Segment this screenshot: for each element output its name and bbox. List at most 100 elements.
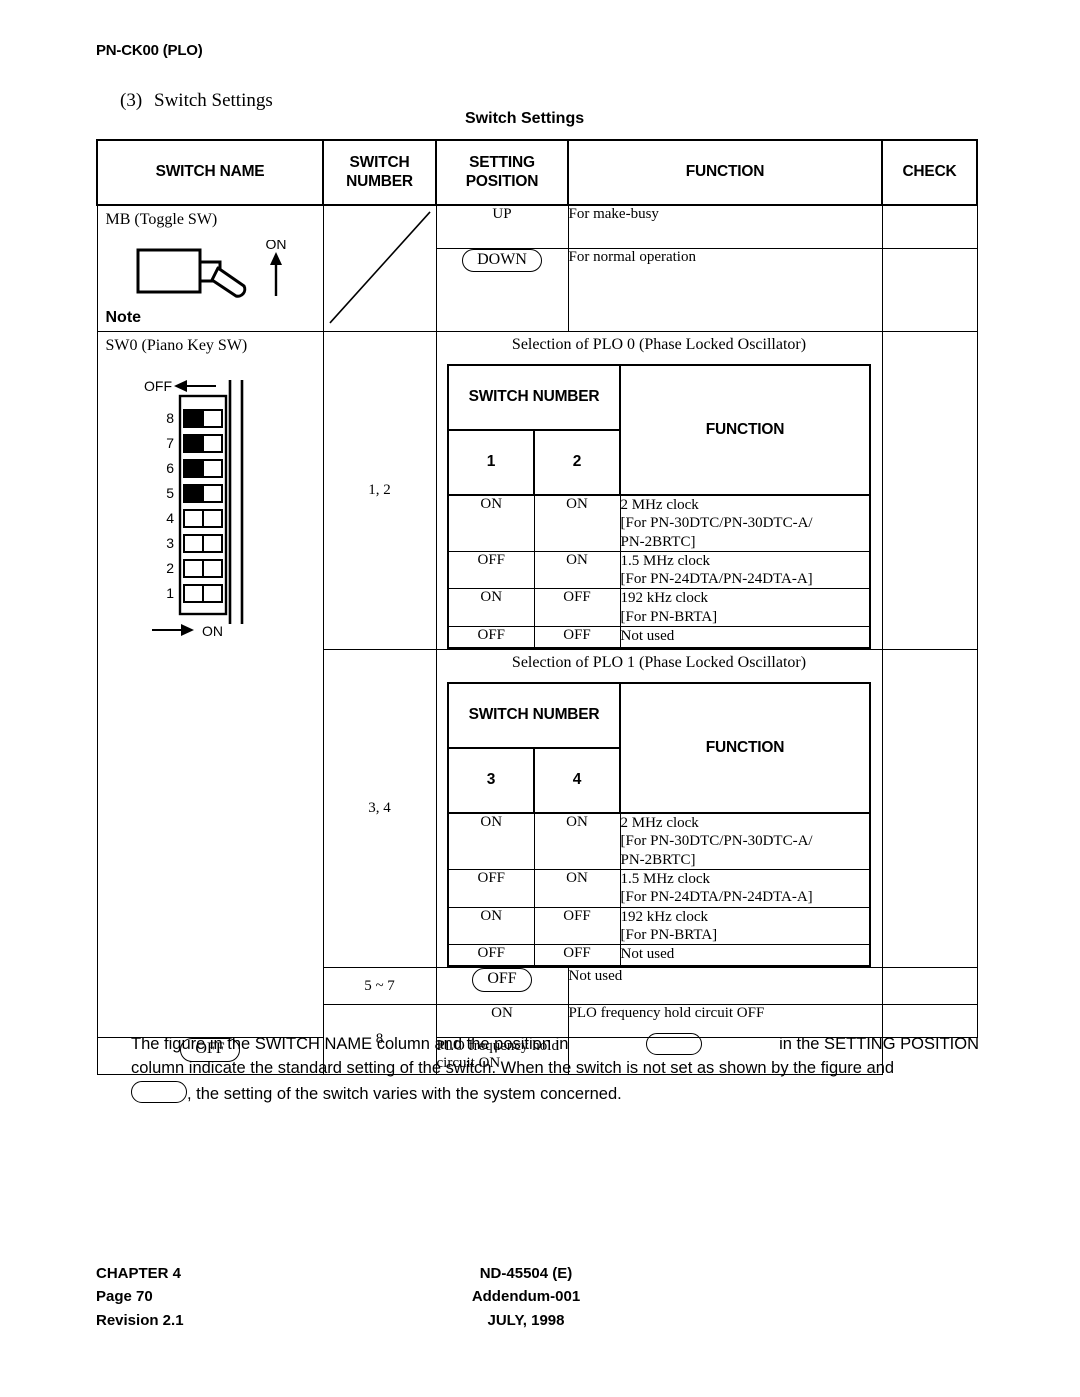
plo0-r2-function: 192 kHz clock [For PN-BRTA] (619, 588, 871, 628)
sw0-5-7-switch-numbers: 5 ~ 7 (322, 967, 437, 1006)
plo0-col-2: 2 (533, 429, 621, 496)
footnote-line-1: The figure in the SWITCH NAME column and… (131, 1032, 979, 1056)
plo1-r0-function: 2 MHz clock [For PN-30DTC/PN-30DTC-A/ PN… (619, 812, 871, 870)
sw0-5-7-function: Not used (567, 967, 883, 1006)
mb-setting-position-down: DOWN (435, 248, 569, 332)
footer-doc-number: ND-45504 (E) (479, 1265, 573, 1282)
footer-row-3: Revision 2.1 JULY, 1998 (96, 1309, 656, 1332)
dip-switch-figure: OFF 8 7 6 5 4 3 2 1 ON (140, 374, 280, 647)
plo0-header-switch-number: SWITCH NUMBER (447, 364, 621, 431)
plo1-r3-function: Not used (619, 944, 871, 967)
standard-setting-oval-blank (645, 1033, 702, 1056)
plo1-header-function: FUNCTION (619, 682, 871, 815)
plo1-data-row: ON ON 2 MHz clock [For PN-30DTC/PN-30DTC… (447, 812, 871, 870)
plo0-data-row: ON ON 2 MHz clock [For PN-30DTC/PN-30DTC… (447, 494, 871, 552)
plo0-r3-sw2: OFF (533, 626, 621, 649)
footnote-line-1-text-a: The figure in the SWITCH NAME column and… (131, 1035, 569, 1053)
page-header-title: PN-CK00 (PLO) (96, 42, 203, 59)
plo1-header-switch-number: SWITCH NUMBER (447, 682, 621, 750)
plo1-r3-sw2: OFF (533, 944, 621, 967)
plo1-r1-sw1: OFF (447, 868, 535, 908)
section-number: (3) (120, 90, 143, 111)
mb-check-down[interactable] (881, 248, 978, 332)
mb-switch-name-cell: MB (Toggle SW) ON Note (96, 204, 324, 332)
footer-addendum: Addendum-001 (471, 1288, 581, 1306)
plo1-r1-sw2: ON (533, 868, 621, 908)
table-row-sw0-plo0: SW0 (Piano Key SW) OFF 8 7 6 5 4 3 2 1 O… (96, 330, 978, 1039)
plo1-table: SWITCH NUMBER FUNCTION 3 4 ON ON 2 MHz c… (447, 682, 871, 968)
standard-setting-oval: OFF (472, 968, 532, 992)
plo0-r2-sw1: ON (447, 588, 535, 628)
page-footer: CHAPTER 4 ND-45504 (E) Page 70 Addendum-… (96, 1262, 656, 1332)
section-title: Switch Settings (154, 90, 273, 111)
plo1-data-row: OFF ON 1.5 MHz clock [For PN-24DTA/PN-24… (447, 868, 871, 908)
svg-text:ON: ON (265, 240, 286, 252)
footnote-line-1-text-b: in the SETTING POSITION (779, 1035, 979, 1053)
plo1-r2-function: 192 kHz clock [For PN-BRTA] (619, 906, 871, 946)
svg-text:2: 2 (166, 560, 174, 576)
footnote-line-2: column indicate the standard setting of … (131, 1059, 895, 1078)
plo1-block: Selection of PLO 1 (Phase Locked Oscilla… (435, 649, 883, 969)
footnote-paragraph: The figure in the SWITCH NAME column and… (131, 1032, 979, 1106)
svg-text:4: 4 (166, 510, 174, 526)
plo0-col-1: 1 (447, 429, 535, 496)
mb-function-up: For make-busy (567, 204, 883, 249)
svg-text:5: 5 (166, 485, 174, 501)
plo1-r0-sw1: ON (447, 812, 535, 870)
mb-switch-number-cell (322, 204, 437, 332)
sw0-5-7-setting-position: OFF (435, 967, 569, 1006)
plo0-r1-sw1: OFF (447, 550, 535, 590)
footer-row-1: CHAPTER 4 ND-45504 (E) (96, 1262, 656, 1285)
plo0-table: SWITCH NUMBER FUNCTION 1 2 ON ON 2 MHz c… (447, 364, 871, 650)
plo1-col-4: 4 (533, 747, 621, 815)
plo1-r0-sw2: ON (533, 812, 621, 870)
sw0-plo1-switch-numbers: 3, 4 (322, 649, 437, 969)
plo0-r3-function: Not used (619, 626, 871, 649)
plo1-data-row: ON OFF 192 kHz clock [For PN-BRTA] (447, 906, 871, 946)
plo0-r0-function: 2 MHz clock [For PN-30DTC/PN-30DTC-A/ PN… (619, 494, 871, 552)
mb-setting-position-up: UP (435, 204, 569, 249)
plo0-r3-sw1: OFF (447, 626, 535, 649)
plo1-r1-function: 1.5 MHz clock [For PN-24DTA/PN-24DTA-A] (619, 868, 871, 908)
col-header-switch-number: SWITCH NUMBER (322, 139, 437, 206)
plo0-data-row: OFF ON 1.5 MHz clock [For PN-24DTA/PN-24… (447, 550, 871, 590)
toggle-switch-icon: ON (136, 236, 306, 307)
sw0-switch-name-cell: SW0 (Piano Key SW) OFF 8 7 6 5 4 3 2 1 O… (96, 330, 324, 1039)
footer-row-2: Page 70 Addendum-001 (96, 1285, 656, 1308)
plo1-r2-sw1: ON (447, 906, 535, 946)
footer-page: Page 70 (96, 1288, 153, 1306)
col-header-switch-name: SWITCH NAME (96, 139, 324, 206)
plo1-data-row: OFF OFF Not used (447, 944, 871, 967)
plo0-title: Selection of PLO 0 (Phase Locked Oscilla… (511, 336, 807, 353)
sw0-plo0-check[interactable] (881, 330, 978, 651)
sw0-plo1-check[interactable] (881, 649, 978, 969)
plo0-header-row-1: SWITCH NUMBER FUNCTION (447, 364, 871, 496)
footer-chapter: CHAPTER 4 (96, 1265, 182, 1282)
document-page: PN-CK00 (PLO) (3) Switch Settings Switch … (0, 0, 1080, 1397)
svg-text:3: 3 (166, 535, 174, 551)
mb-function-down: For normal operation (567, 248, 883, 332)
plo1-col-3: 3 (447, 747, 535, 815)
footnote-line-3: , the setting of the switch varies with … (131, 1080, 979, 1106)
plo0-header-function: FUNCTION (619, 364, 871, 496)
sw0-plo0-switch-numbers: 1, 2 (322, 330, 437, 651)
plo0-r0-sw2: ON (533, 494, 621, 552)
section-heading: (3) Switch Settings (120, 90, 273, 112)
plo0-data-row: OFF OFF Not used (447, 626, 871, 649)
diagonal-strike-icon (324, 206, 436, 329)
table-caption: Switch Settings (465, 110, 585, 127)
sw0-switch-name-label: SW0 (Piano Key SW) (105, 337, 248, 354)
svg-text:6: 6 (166, 460, 174, 476)
mb-switch-name-label: MB (Toggle SW) (105, 211, 218, 228)
standard-setting-oval-blank (131, 1080, 187, 1103)
sw0-5-7-check[interactable] (881, 967, 978, 1006)
table-header-row: SWITCH NAME SWITCH NUMBER SETTING POSITI… (96, 139, 978, 206)
standard-setting-oval: DOWN (462, 249, 542, 273)
footnote-line-3-text: , the setting of the switch varies with … (187, 1084, 622, 1103)
svg-text:7: 7 (166, 435, 174, 451)
footer-date: JULY, 1998 (487, 1311, 565, 1329)
svg-text:OFF: OFF (144, 378, 172, 394)
switch-settings-table: SWITCH NAME SWITCH NUMBER SETTING POSITI… (96, 139, 978, 1076)
mb-check-up[interactable] (881, 204, 978, 249)
col-header-check: CHECK (881, 139, 978, 206)
